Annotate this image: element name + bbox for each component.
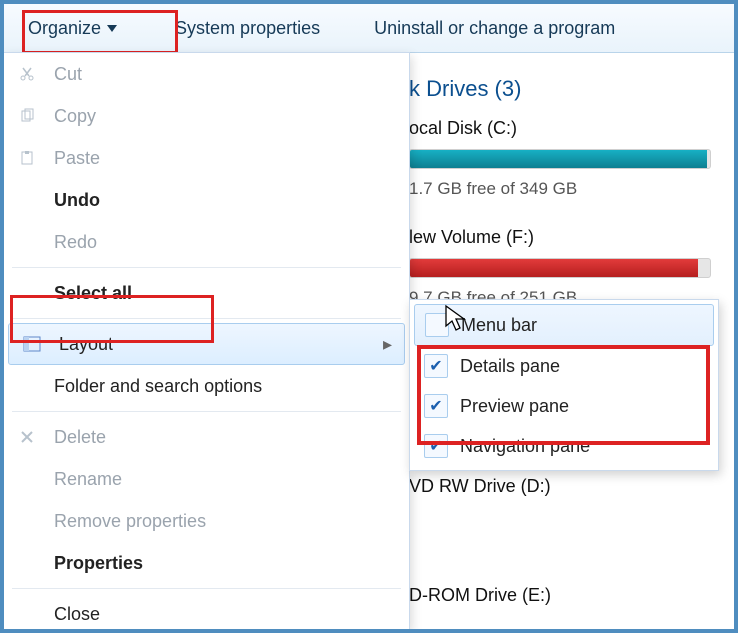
drive-c-capacity-bar <box>409 149 711 169</box>
menu-close[interactable]: Close <box>4 593 409 633</box>
submenu-details-pane[interactable]: ✔ Details pane <box>414 346 714 386</box>
submenu-menu-bar[interactable]: ✔ Menu bar <box>414 304 714 346</box>
menu-paste[interactable]: Paste <box>4 137 409 179</box>
organize-menu: Cut Copy Paste Undo Redo Select all <box>4 52 410 629</box>
submenu-preview-pane[interactable]: ✔ Preview pane <box>414 386 714 426</box>
menu-delete[interactable]: Delete <box>4 416 409 458</box>
menu-remove-properties[interactable]: Remove properties <box>4 500 409 542</box>
organize-button[interactable]: Organize <box>16 14 129 43</box>
cut-icon <box>14 66 40 82</box>
menu-separator <box>12 588 401 589</box>
menu-separator <box>12 318 401 319</box>
uninstall-programs-button[interactable]: Uninstall or change a program <box>366 14 623 43</box>
menu-separator <box>12 411 401 412</box>
submenu-arrow-icon: ▸ <box>383 334 392 355</box>
drive-e[interactable]: D-ROM Drive (E:) <box>409 585 730 606</box>
toolbar: Organize System properties Uninstall or … <box>4 4 734 53</box>
menu-select-all[interactable]: Select all <box>4 272 409 314</box>
checkbox-icon: ✔ <box>425 313 449 337</box>
drive-c[interactable]: ocal Disk (C:) 1.7 GB free of 349 GB <box>409 118 730 199</box>
drive-c-fill <box>410 150 707 168</box>
menu-redo[interactable]: Redo <box>4 221 409 263</box>
menu-properties[interactable]: Properties <box>4 542 409 584</box>
checkbox-icon: ✔ <box>424 354 448 378</box>
paste-icon <box>14 150 40 166</box>
copy-icon <box>14 108 40 124</box>
menu-folder-options[interactable]: Folder and search options <box>4 365 409 407</box>
menu-separator <box>12 267 401 268</box>
delete-icon <box>14 429 40 445</box>
menu-copy[interactable]: Copy <box>4 95 409 137</box>
drive-f[interactable]: lew Volume (F:) 9.7 GB free of 251 GB <box>409 227 730 308</box>
menu-rename[interactable]: Rename <box>4 458 409 500</box>
layout-submenu: ✔ Menu bar ✔ Details pane ✔ Preview pane… <box>409 299 719 471</box>
submenu-navigation-pane[interactable]: ✔ Navigation pane <box>414 426 714 466</box>
checkbox-icon: ✔ <box>424 434 448 458</box>
drive-f-capacity-bar <box>409 258 711 278</box>
layout-icon <box>19 336 45 352</box>
chevron-down-icon <box>107 25 117 32</box>
drive-d[interactable]: VD RW Drive (D:) <box>409 476 730 497</box>
menu-cut[interactable]: Cut <box>4 53 409 95</box>
checkbox-icon: ✔ <box>424 394 448 418</box>
system-properties-button[interactable]: System properties <box>167 14 328 43</box>
drive-f-fill <box>410 259 698 277</box>
drives-section-header[interactable]: k Drives (3) <box>409 76 730 102</box>
organize-label: Organize <box>28 18 101 39</box>
menu-undo[interactable]: Undo <box>4 179 409 221</box>
menu-layout[interactable]: Layout ▸ <box>8 323 405 365</box>
